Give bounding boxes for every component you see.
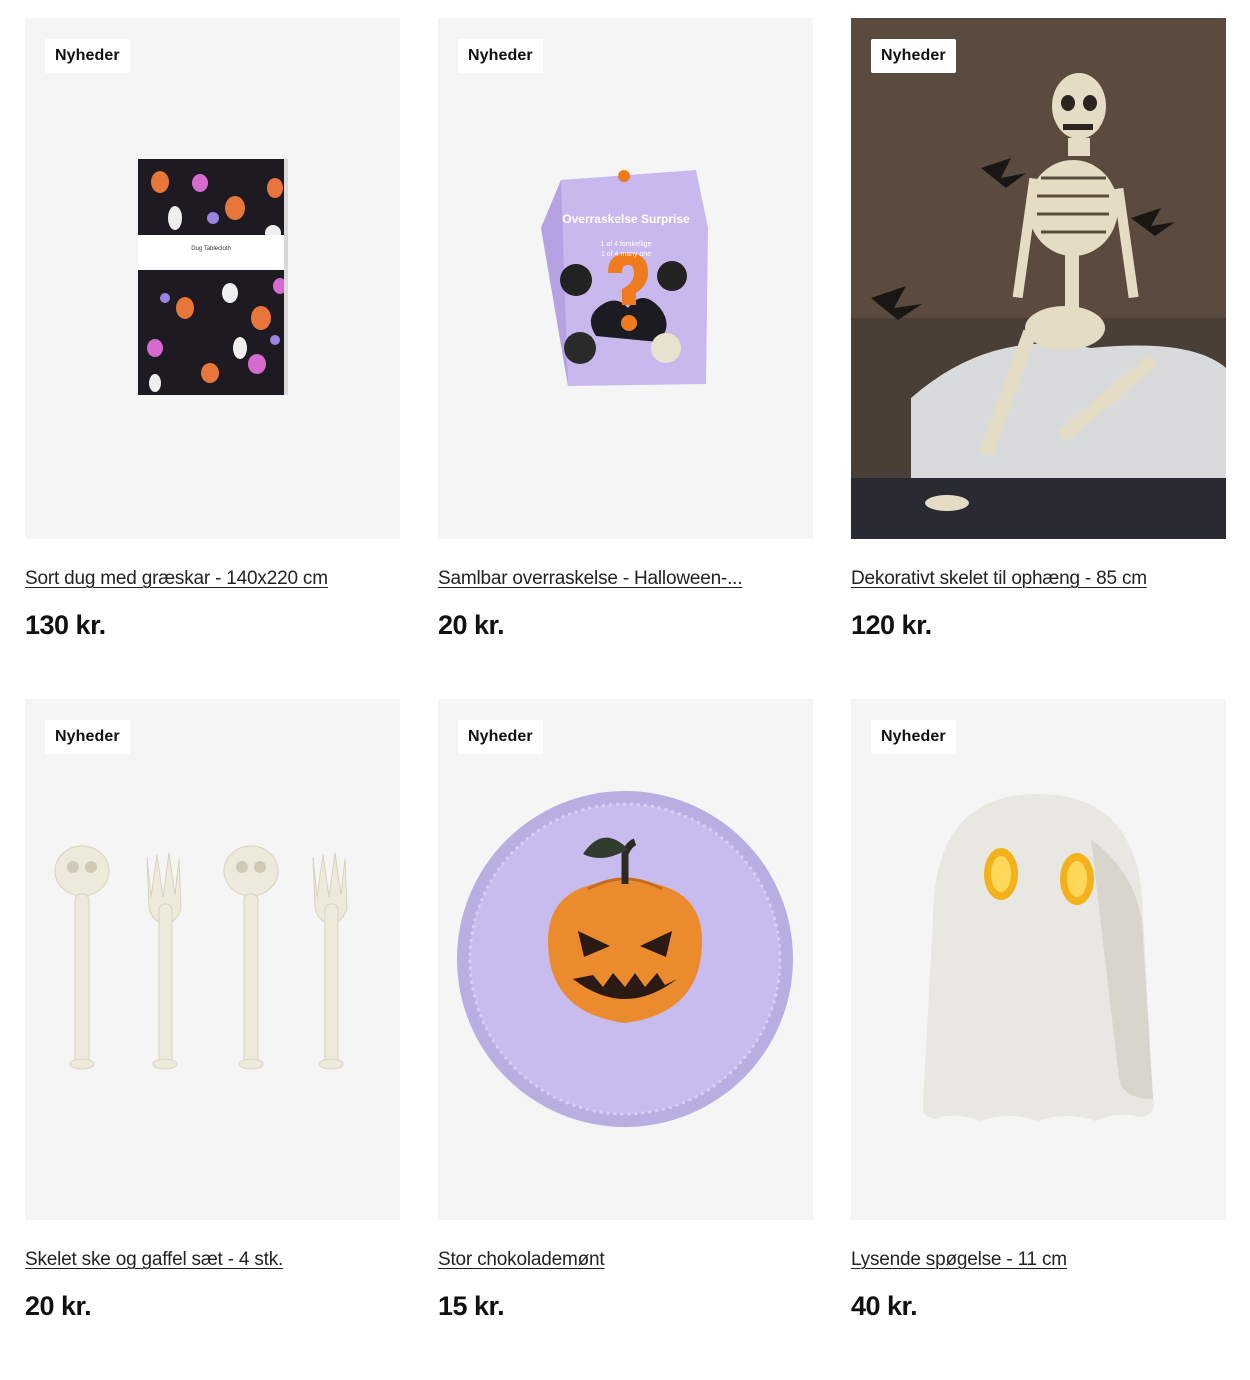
product-image[interactable]: Nyheder	[851, 699, 1226, 1220]
product-card[interactable]: Nyheder Lysende spøgelse - 11 cm 40 kr.	[851, 699, 1226, 1380]
product-image[interactable]: Nyheder	[438, 699, 813, 1220]
new-badge: Nyheder	[458, 720, 543, 754]
product-card[interactable]: Nyheder Dekorativt skelet til ophæng - 8…	[851, 18, 1226, 699]
product-image[interactable]: Nyheder	[25, 699, 400, 1220]
product-grid: Dug Tablecloth Nyheder Sort dug med græs…	[0, 0, 1250, 1380]
product-name-link[interactable]: Skelet ske og gaffel sæt - 4 stk.	[25, 1249, 400, 1271]
product-card[interactable]: Overraskelse Surprise 1 af 4 forskellige…	[438, 18, 813, 699]
box-subtitle-2: 1 of 4 many one	[601, 251, 651, 258]
product-price: 15 kr.	[438, 1291, 505, 1321]
box-label: Dug Tablecloth	[191, 246, 231, 252]
ghost-image	[922, 794, 1154, 1121]
surprise-box-image: Overraskelse Surprise 1 af 4 forskellige…	[541, 170, 708, 386]
product-name-link[interactable]: Stor chokolademønt	[438, 1249, 813, 1271]
product-price: 130 kr.	[25, 610, 106, 640]
box-subtitle-1: 1 af 4 forskellige	[601, 241, 652, 248]
new-badge: Nyheder	[458, 39, 543, 73]
product-name-link[interactable]: Lysende spøgelse - 11 cm	[851, 1249, 1226, 1271]
product-image[interactable]: Dug Tablecloth Nyheder	[25, 18, 400, 539]
chocolate-coin-image	[457, 791, 793, 1127]
product-name-link[interactable]: Dekorativt skelet til ophæng - 85 cm	[851, 568, 1226, 590]
new-badge: Nyheder	[871, 39, 956, 73]
product-price: 20 kr.	[438, 610, 505, 640]
product-image[interactable]: Overraskelse Surprise 1 af 4 forskellige…	[438, 18, 813, 539]
product-card[interactable]: Nyheder Skelet ske og gaffel sæt - 4 stk…	[25, 699, 400, 1380]
product-card[interactable]: Nyheder Stor chokolademønt 15 kr.	[438, 699, 813, 1380]
skeleton-image	[851, 18, 1226, 539]
new-badge: Nyheder	[45, 39, 130, 73]
new-badge: Nyheder	[45, 720, 130, 754]
product-image[interactable]: Nyheder	[851, 18, 1226, 539]
box-title: Overraskelse Surprise	[562, 212, 690, 226]
product-price: 120 kr.	[851, 610, 932, 640]
product-price: 20 kr.	[25, 1291, 92, 1321]
new-badge: Nyheder	[871, 720, 956, 754]
product-card[interactable]: Dug Tablecloth Nyheder Sort dug med græs…	[25, 18, 400, 699]
product-price: 40 kr.	[851, 1291, 918, 1321]
product-name-link[interactable]: Samlbar overraskelse - Halloween-...	[438, 568, 813, 590]
skeleton-cutlery-image	[54, 845, 348, 1070]
tablecloth-image: Dug Tablecloth	[138, 159, 288, 395]
product-name-link[interactable]: Sort dug med græskar - 140x220 cm	[25, 568, 400, 590]
